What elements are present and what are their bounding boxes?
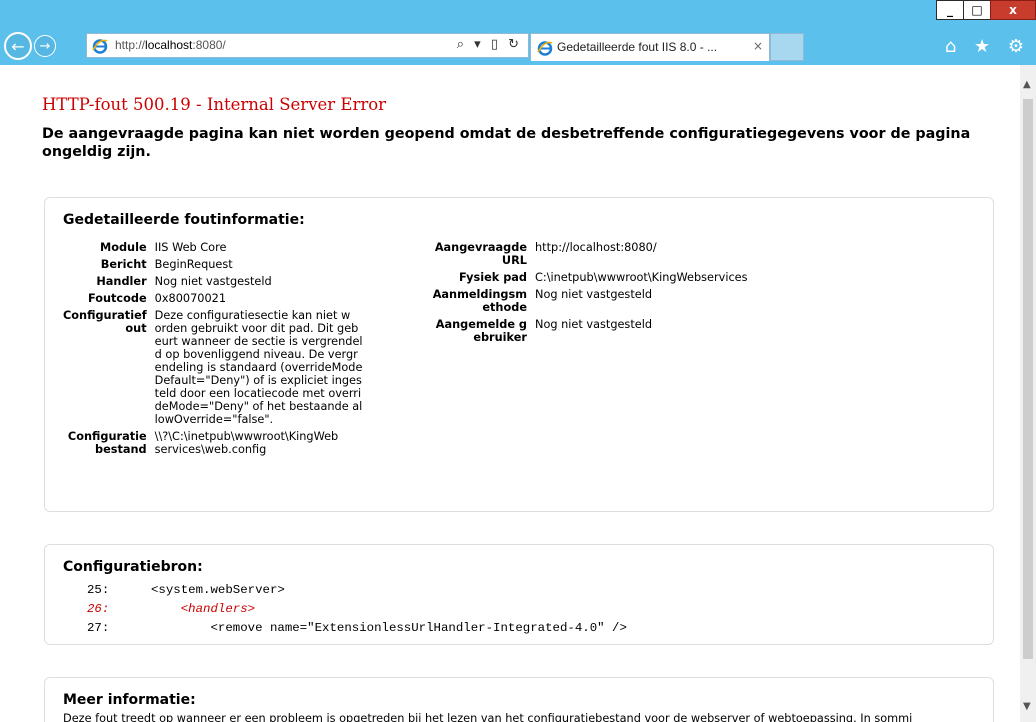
- address-tools-icons[interactable]: ⌕ ▾ ▯ ↻: [457, 37, 522, 52]
- detail-value: C:\inetpub\wwwroot\KingWebservices: [535, 271, 748, 284]
- detail-row: Module IIS Web Core: [63, 240, 363, 257]
- scroll-thumb[interactable]: [1023, 99, 1033, 659]
- detail-value: \\?\C:\inetpub\wwwroot\KingWeb services\…: [154, 430, 339, 456]
- vertical-scrollbar[interactable]: ▲ ▼: [1020, 65, 1036, 722]
- more-info-heading: Meer informatie:: [63, 692, 196, 708]
- detail-label: Configuratie bestand: [67, 430, 147, 456]
- detail-row: Aangemelde g ebruiker Nog niet vastgestel…: [409, 317, 748, 347]
- more-info-box: Meer informatie: Deze fout treedt op wan…: [44, 677, 994, 722]
- detail-row: Configuratie bestand \\?\C:\inetpub\wwwro…: [63, 429, 363, 459]
- detail-row: Aangevraagde URL http://localhost:8080/: [409, 240, 748, 270]
- detail-value: 0x80070021: [154, 292, 227, 305]
- detail-label: Aanmeldingsm ethode: [432, 288, 527, 314]
- config-source-box: Configuratiebron: 25: <system.webServer> …: [44, 544, 994, 645]
- browser-chrome: _ □ x ← → http://localhost:8080/ ⌕ ▾ ▯ ↻…: [0, 0, 1036, 65]
- detail-row: Configuratief out Deze configuratiesectie…: [63, 308, 363, 429]
- address-url[interactable]: http://localhost:8080/: [115, 38, 226, 52]
- close-window-button[interactable]: x: [990, 0, 1036, 20]
- detail-label: Aangevraagde URL: [434, 241, 527, 267]
- detail-row: Fysiek pad C:\inetpub\wwwroot\KingWebserv…: [409, 270, 748, 287]
- address-bar[interactable]: http://localhost:8080/ ⌕ ▾ ▯ ↻: [86, 33, 529, 58]
- detail-label: Aangemelde g ebruiker: [435, 318, 527, 344]
- detail-value: IIS Web Core: [154, 241, 227, 254]
- detail-label: Bericht: [100, 258, 147, 271]
- detail-value: BeginRequest: [154, 258, 233, 271]
- error-subtitle: De aangevraagde pagina kan niet worden g…: [42, 126, 971, 160]
- home-favorites-settings-icons[interactable]: ⌂ ★ ⚙: [945, 36, 1030, 57]
- scroll-up-icon[interactable]: ▲: [1023, 79, 1031, 90]
- details-right-table: Aangevraagde URL http://localhost:8080/Fy…: [409, 240, 748, 347]
- detail-value: Nog niet vastgesteld: [535, 288, 653, 301]
- error-title: HTTP-fout 500.19 - Internal Server Error: [42, 95, 387, 114]
- detail-label: Configuratief out: [63, 309, 147, 335]
- source-heading: Configuratiebron:: [63, 559, 203, 575]
- ie-logo-icon: [537, 41, 553, 56]
- detail-label: Module: [99, 241, 147, 254]
- forward-arrow-icon: →: [39, 38, 51, 54]
- tab-current[interactable]: Gedetailleerde fout IIS 8.0 - ... ×: [530, 33, 770, 61]
- ie-logo-icon: [92, 39, 108, 54]
- detail-value: http://localhost:8080/: [535, 241, 657, 254]
- more-info-text: Deze fout treedt op wanneer er een probl…: [63, 712, 913, 722]
- maximize-button[interactable]: □: [963, 0, 991, 20]
- minimize-button[interactable]: _: [936, 0, 964, 20]
- detail-label: Foutcode: [87, 292, 147, 305]
- detail-value: Deze configuratiesectie kan niet w orden…: [154, 309, 363, 426]
- forward-button[interactable]: →: [34, 35, 56, 57]
- detail-row: Handler Nog niet vastgesteld: [63, 274, 363, 291]
- details-heading: Gedetailleerde foutinformatie:: [63, 212, 305, 228]
- detail-value: Nog niet vastgesteld: [535, 318, 653, 331]
- tab-title: Gedetailleerde fout IIS 8.0 - ...: [557, 40, 718, 54]
- back-button[interactable]: ←: [4, 32, 32, 60]
- navigation-bar: ← → http://localhost:8080/ ⌕ ▾ ▯ ↻ Gedet…: [0, 30, 1036, 62]
- window-controls: _ □ x: [936, 0, 1036, 22]
- tab-close-icon[interactable]: ×: [753, 39, 763, 53]
- detail-row: Aanmeldingsm ethode Nog niet vastgesteld: [409, 287, 748, 317]
- detailed-error-box: Gedetailleerde foutinformatie: Module IIS…: [44, 197, 994, 512]
- page-content: HTTP-fout 500.19 - Internal Server Error…: [0, 65, 1020, 722]
- detail-row: Bericht BeginRequest: [63, 257, 363, 274]
- detail-label: Handler: [96, 275, 147, 288]
- detail-value: Nog niet vastgesteld: [154, 275, 272, 288]
- details-left-table: Module IIS Web Core Bericht BeginRequest Han…: [63, 240, 363, 459]
- detail-label: Fysiek pad: [459, 271, 527, 284]
- detail-row: Foutcode 0x80070021: [63, 291, 363, 308]
- scroll-down-icon[interactable]: ▼: [1023, 701, 1031, 712]
- new-tab-button[interactable]: [770, 33, 804, 61]
- back-arrow-icon: ←: [11, 36, 25, 56]
